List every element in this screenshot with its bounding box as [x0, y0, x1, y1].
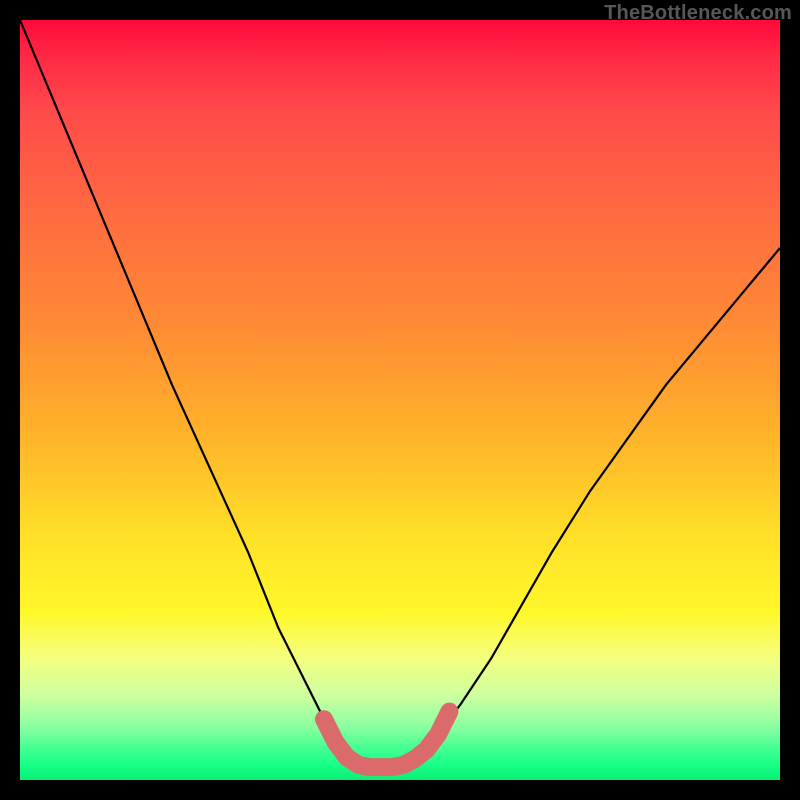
valley-highlight — [324, 712, 449, 767]
curve-svg — [20, 20, 780, 780]
plot-area — [20, 20, 780, 780]
chart-frame: TheBottleneck.com — [0, 0, 800, 800]
bottleneck-curve — [20, 20, 780, 769]
